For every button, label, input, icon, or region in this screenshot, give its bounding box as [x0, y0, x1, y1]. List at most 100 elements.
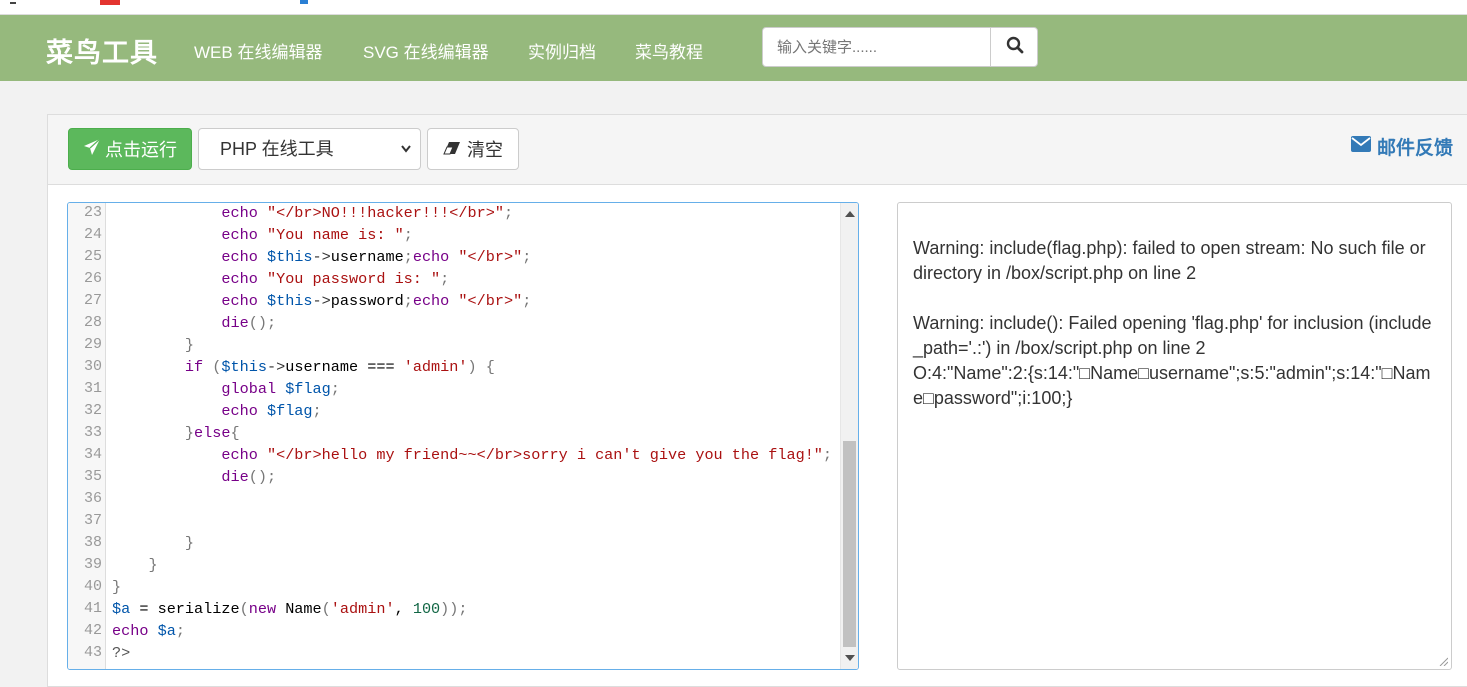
nav-link-examples[interactable]: 实例归档 — [528, 38, 596, 63]
code-line: 38 } — [68, 532, 838, 554]
output-panel: Warning: include(flag.php): failed to op… — [897, 202, 1452, 670]
code-text: } — [184, 534, 195, 552]
nav-link-svg-editor[interactable]: SVG 在线编辑器 — [363, 38, 489, 63]
code-editor[interactable]: 23 echo "</br>NO!!!hacker!!!</br>"; 24 ec… — [67, 202, 859, 670]
code-line: 39 } — [68, 554, 838, 576]
language-select-value: PHP 在线工具 — [220, 139, 334, 159]
run-button-label: 点击运行 — [105, 140, 177, 160]
line-number: 36 — [83, 490, 102, 507]
code-text: $a = serialize(new Name('admin', 100)); — [112, 600, 468, 618]
email-feedback-link[interactable]: 邮件反馈 — [1350, 133, 1453, 160]
line-number: 34 — [83, 446, 102, 463]
line-number: 29 — [83, 336, 102, 353]
code-text: echo $this->username;echo "</br>"; — [221, 248, 532, 266]
code-text: global $flag; — [221, 380, 340, 398]
code-line: 34 echo "</br>hello my friend~~</br>sorr… — [68, 444, 838, 466]
line-number: 30 — [83, 358, 102, 375]
code-text: echo "</br>hello my friend~~</br>sorry i… — [221, 446, 833, 464]
line-number: 39 — [83, 556, 102, 573]
language-select[interactable]: PHP 在线工具 — [198, 128, 421, 170]
strip-mark — [10, 2, 16, 4]
search-box — [762, 27, 1038, 67]
line-number: 40 — [83, 578, 102, 595]
editor-scrollbar[interactable] — [840, 203, 858, 669]
code-line: 24 echo "You name is: "; — [68, 224, 838, 246]
scroll-down-icon[interactable] — [845, 655, 855, 661]
envelope-icon — [1350, 135, 1371, 158]
code-text: }else{ — [184, 424, 240, 442]
code-text: echo $a; — [112, 622, 185, 640]
line-number: 42 — [83, 622, 102, 639]
code-line: 42 echo $a; — [68, 620, 838, 642]
eraser-icon — [443, 139, 461, 160]
line-number: 43 — [83, 644, 102, 661]
paper-plane-icon — [83, 138, 101, 161]
scroll-up-icon[interactable] — [845, 211, 855, 217]
line-number: 31 — [83, 380, 102, 397]
code-line: 27 echo $this->password;echo "</br>"; — [68, 290, 838, 312]
code-line: 37 — [68, 510, 838, 532]
code-line: 23 echo "</br>NO!!!hacker!!!</br>"; — [68, 203, 838, 224]
clear-button[interactable]: 清空 — [427, 128, 519, 170]
nav-link-tutorial[interactable]: 菜鸟教程 — [635, 38, 703, 63]
line-number: 35 — [83, 468, 102, 485]
output-paragraph: Warning: include(flag.php): failed to op… — [913, 238, 1431, 283]
code-line: 41 $a = serialize(new Name('admin', 100))… — [68, 598, 838, 620]
line-number: 32 — [83, 402, 102, 419]
code-text: echo "</br>NO!!!hacker!!!</br>"; — [221, 204, 514, 222]
code-line: 25 echo $this->username;echo "</br>"; — [68, 246, 838, 268]
code-line: 28 die(); — [68, 312, 838, 334]
run-button[interactable]: 点击运行 — [68, 128, 192, 170]
line-number: 24 — [83, 226, 102, 243]
code-text: echo "You password is: "; — [221, 270, 450, 288]
code-text: echo $flag; — [221, 402, 322, 420]
code-text: die(); — [221, 468, 277, 486]
brand-logo[interactable]: 菜鸟工具 — [46, 31, 158, 70]
code-line: 29 } — [68, 334, 838, 356]
code-text: echo "You name is: "; — [221, 226, 413, 244]
code-lines: 23 echo "</br>NO!!!hacker!!!</br>"; 24 ec… — [68, 203, 838, 664]
strip-mark — [300, 0, 308, 4]
output-spacer — [913, 286, 1437, 311]
search-icon — [1006, 36, 1024, 59]
line-number: 37 — [83, 512, 102, 529]
line-number: 26 — [83, 270, 102, 287]
clear-button-label: 清空 — [467, 140, 503, 160]
output-paragraph: Warning: include(): Failed opening 'flag… — [913, 313, 1432, 408]
search-button[interactable] — [990, 28, 1039, 66]
resize-grip-icon[interactable] — [1438, 656, 1448, 666]
code-text: } — [112, 578, 122, 596]
code-line: 32 echo $flag; — [68, 400, 838, 422]
output-text: Warning: include(flag.php): failed to op… — [913, 236, 1437, 411]
email-feedback-label: 邮件反馈 — [1376, 138, 1453, 159]
line-number: 38 — [83, 534, 102, 551]
strip-mark — [100, 0, 120, 5]
code-line: 26 echo "You password is: "; — [68, 268, 838, 290]
line-number: 28 — [83, 314, 102, 331]
toolbar: 点击运行 PHP 在线工具 清空 邮件反馈 — [48, 115, 1467, 185]
code-line: 43 ?> — [68, 642, 838, 664]
code-text: ?> — [112, 644, 131, 662]
line-number: 27 — [83, 292, 102, 309]
line-number: 41 — [83, 600, 102, 617]
code-line: 40} — [68, 576, 838, 598]
search-input[interactable] — [763, 28, 989, 66]
top-navbar: 菜鸟工具 WEB 在线编辑器 SVG 在线编辑器 实例归档 菜鸟教程 — [0, 14, 1467, 81]
code-line: 31 global $flag; — [68, 378, 838, 400]
chevron-down-icon — [400, 129, 412, 183]
code-text: echo $this->password;echo "</br>"; — [221, 292, 532, 310]
code-text: die(); — [221, 314, 277, 332]
code-text: if ($this->username === 'admin') { — [184, 358, 495, 376]
nav-link-web-editor[interactable]: WEB 在线编辑器 — [194, 38, 322, 63]
code-line: 30 if ($this->username === 'admin') { — [68, 356, 838, 378]
scrollbar-thumb[interactable] — [843, 441, 856, 647]
browser-top-strip — [0, 0, 1467, 14]
line-number: 33 — [83, 424, 102, 441]
code-line: 36 — [68, 488, 838, 510]
line-number: 23 — [83, 204, 102, 221]
line-number: 25 — [83, 248, 102, 265]
code-text: } — [184, 336, 195, 354]
code-text: } — [148, 556, 158, 574]
code-line: 33 }else{ — [68, 422, 838, 444]
code-line: 35 die(); — [68, 466, 838, 488]
